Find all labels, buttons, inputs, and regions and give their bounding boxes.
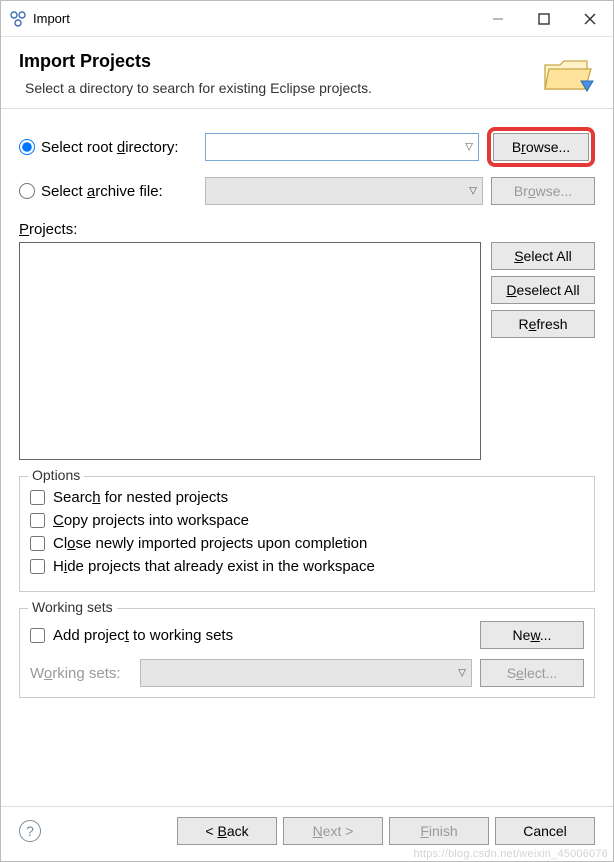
page-subtitle: Select a directory to search for existin… <box>25 80 541 96</box>
close-button[interactable] <box>567 3 613 35</box>
new-workingset-button[interactable]: New... <box>480 621 584 649</box>
root-directory-input[interactable] <box>205 133 479 161</box>
add-to-workingsets-checkbox[interactable]: Add project to working sets <box>30 627 472 644</box>
copy-projects-checkbox[interactable]: Copy projects into workspace <box>30 512 584 529</box>
select-workingsets-button: Select... <box>480 659 584 687</box>
close-imported-checkbox[interactable]: Close newly imported projects upon compl… <box>30 535 584 552</box>
archive-file-input <box>205 177 483 205</box>
app-icon <box>9 10 27 28</box>
projects-label: Projects: <box>19 221 595 238</box>
working-sets-input <box>140 659 472 687</box>
back-button[interactable]: < Back <box>177 817 277 845</box>
archive-file-combo: ▽ <box>205 177 483 205</box>
select-all-button[interactable]: Select All <box>491 242 595 270</box>
watermark: https://blog.csdn.net/weixin_45006076 <box>413 848 608 860</box>
page-title: Import Projects <box>19 51 541 72</box>
archive-file-row: Select archive file: ▽ Browse... <box>19 177 595 205</box>
browse-rootdir-button[interactable]: Browse... <box>493 133 589 161</box>
options-group-title: Options <box>28 467 84 483</box>
working-sets-group-title: Working sets <box>28 599 117 615</box>
hide-existing-checkbox[interactable]: Hide projects that already exist in the … <box>30 558 584 575</box>
deselect-all-button[interactable]: Deselect All <box>491 276 595 304</box>
wizard-header: Import Projects Select a directory to se… <box>1 37 613 109</box>
refresh-button[interactable]: Refresh <box>491 310 595 338</box>
archive-file-radio[interactable]: Select archive file: <box>19 183 197 200</box>
minimize-button[interactable] <box>475 3 521 35</box>
root-directory-radio[interactable]: Select root directory: <box>19 139 197 156</box>
finish-button: Finish <box>389 817 489 845</box>
search-nested-checkbox[interactable]: Search for nested projects <box>30 489 584 506</box>
browse-archive-button: Browse... <box>491 177 595 205</box>
root-directory-combo[interactable]: ▽ <box>205 133 479 161</box>
titlebar-buttons <box>475 3 613 35</box>
wizard-body: Select root directory: ▽ Browse... Selec… <box>1 109 613 806</box>
projects-list[interactable] <box>19 242 481 460</box>
working-sets-label: Working sets: <box>30 665 132 682</box>
working-sets-combo: ▽ <box>140 659 472 687</box>
window-title: Import <box>33 11 475 26</box>
browse-highlight: Browse... <box>487 127 595 167</box>
options-group: Options Search for nested projects Copy … <box>19 476 595 592</box>
root-directory-row: Select root directory: ▽ Browse... <box>19 127 595 167</box>
working-sets-group: Working sets Add project to working sets… <box>19 608 595 698</box>
folder-import-icon <box>541 51 595 95</box>
help-button[interactable]: ? <box>19 820 41 842</box>
cancel-button[interactable]: Cancel <box>495 817 595 845</box>
next-button: Next > <box>283 817 383 845</box>
titlebar: Import <box>1 1 613 37</box>
maximize-button[interactable] <box>521 3 567 35</box>
